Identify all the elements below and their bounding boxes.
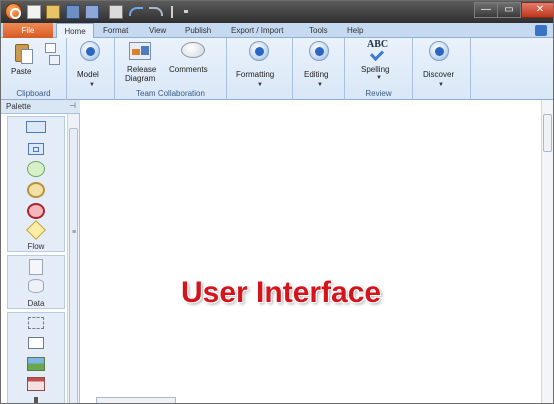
comments-icon[interactable]	[181, 42, 205, 58]
data-section: Data	[7, 255, 65, 309]
spelling-label[interactable]: Spelling	[361, 65, 389, 74]
canvas-vertical-scrollbar[interactable]	[541, 100, 553, 403]
paste-button[interactable]	[15, 42, 35, 66]
data-store-shape-icon[interactable]	[28, 279, 44, 293]
comments-label[interactable]: Comments	[169, 65, 208, 74]
discover-label[interactable]: Discover	[423, 70, 454, 79]
redo-icon[interactable]	[149, 7, 163, 16]
app-window: — ▭ ✕ File Home Format View Publish Expo…	[0, 0, 554, 404]
minimize-button[interactable]: —	[474, 2, 498, 18]
formatting-icon[interactable]	[249, 41, 269, 61]
quick-access-divider	[171, 6, 173, 18]
gateway-shape-icon[interactable]	[26, 220, 46, 240]
editing-label[interactable]: Editing	[304, 70, 328, 79]
cut-icon[interactable]	[45, 43, 56, 53]
quick-access-customize-icon[interactable]	[184, 10, 188, 13]
close-button[interactable]: ✕	[521, 2, 553, 18]
canvas-overlay-caption: User Interface	[181, 276, 382, 309]
tab-view[interactable]: View	[145, 23, 170, 38]
ribbon-tabs: File Home Format View Publish Export / I…	[1, 23, 553, 39]
image-shape-icon[interactable]	[27, 357, 45, 371]
more-shapes-icon[interactable]	[34, 397, 38, 403]
review-group: ABC Spelling ▼ Review	[345, 38, 413, 100]
data-section-label: Data	[27, 299, 45, 308]
annotation-shape-icon[interactable]	[28, 337, 44, 349]
team-collaboration-group: Release Diagram Comments Team Collaborat…	[115, 38, 227, 100]
spelling-dropdown-icon[interactable]: ▼	[376, 75, 382, 81]
formatting-label[interactable]: Formatting	[236, 70, 274, 79]
tab-export-import[interactable]: Export / Import	[227, 23, 287, 38]
discover-icon[interactable]	[429, 41, 449, 61]
print-icon[interactable]	[109, 5, 123, 19]
app-logo-icon[interactable]	[5, 3, 22, 20]
subprocess-inner-icon	[33, 147, 39, 152]
editing-group: Editing ▼	[293, 38, 345, 100]
editing-icon[interactable]	[309, 41, 329, 61]
new-file-icon[interactable]	[27, 5, 41, 19]
title-bar: — ▭ ✕	[1, 1, 553, 23]
palette-panel: Palette ⊣ Flow Data ≡	[1, 100, 80, 403]
copy-icon[interactable]	[49, 55, 60, 65]
scroll-grip-icon: ≡	[72, 229, 77, 236]
editing-dropdown-icon[interactable]: ▼	[317, 82, 323, 88]
pin-icon[interactable]: ⊣	[69, 101, 76, 110]
clipboard-group: Paste Clipboard	[1, 38, 67, 100]
start-event-shape-icon[interactable]	[27, 161, 45, 177]
subprocess-shape-icon[interactable]	[28, 143, 44, 155]
data-object-shape-icon[interactable]	[29, 259, 43, 275]
model-label[interactable]: Model	[77, 70, 99, 79]
palette-scrollbar[interactable]: ≡	[67, 114, 79, 403]
intermediate-event-shape-icon[interactable]	[27, 182, 45, 198]
open-folder-icon[interactable]	[46, 5, 60, 19]
canvas-scroll-thumb[interactable]	[543, 114, 552, 152]
artifacts-section	[7, 312, 65, 403]
tab-format[interactable]: Format	[99, 23, 132, 38]
release-diagram-icon-box	[132, 49, 140, 55]
release-label[interactable]: Release	[127, 65, 156, 74]
page-icon	[21, 49, 33, 64]
end-event-shape-icon[interactable]	[27, 203, 45, 219]
tab-file[interactable]: File	[3, 23, 53, 38]
diagram-canvas[interactable]: User Interface	[81, 100, 541, 403]
diagram-label[interactable]: Diagram	[125, 74, 155, 83]
formatting-group: Formatting ▼	[227, 38, 293, 100]
discover-group: Discover ▼	[413, 38, 471, 100]
model-group: Model ▼	[67, 38, 115, 100]
review-group-label: Review	[365, 89, 392, 98]
flow-section: Flow	[7, 116, 65, 252]
team-collaboration-label: Team Collaboration	[136, 89, 205, 98]
tab-home[interactable]: Home	[56, 23, 94, 39]
undo-icon[interactable]	[129, 7, 143, 16]
ribbon-home: Paste Clipboard Model ▼ Release Diagram …	[1, 38, 553, 100]
canvas-horizontal-scrollbar[interactable]	[96, 397, 176, 403]
palette-title: Palette	[6, 102, 31, 111]
frame-shape-icon[interactable]	[27, 377, 45, 391]
save-all-icon[interactable]	[85, 5, 99, 19]
tab-publish[interactable]: Publish	[181, 23, 215, 38]
model-icon[interactable]	[80, 41, 100, 61]
discover-dropdown-icon[interactable]: ▼	[438, 82, 444, 88]
paste-label: Paste	[11, 67, 32, 76]
tab-help[interactable]: Help	[343, 23, 367, 38]
rectangle-shape-icon[interactable]	[26, 121, 46, 133]
model-dropdown-icon[interactable]: ▼	[89, 82, 95, 88]
formatting-dropdown-icon[interactable]: ▼	[257, 82, 263, 88]
help-icon[interactable]	[535, 25, 547, 36]
clipboard-group-label: Clipboard	[16, 89, 51, 98]
release-diagram-icon-doc	[141, 46, 149, 55]
save-icon[interactable]	[66, 5, 80, 19]
release-diagram-icon[interactable]	[129, 42, 151, 60]
tab-tools[interactable]: Tools	[305, 23, 332, 38]
group-shape-icon[interactable]	[28, 317, 44, 329]
palette-scroll-thumb[interactable]: ≡	[69, 128, 78, 403]
palette-header: Palette ⊣	[1, 100, 80, 114]
maximize-button[interactable]: ▭	[497, 2, 521, 18]
flow-section-label: Flow	[27, 242, 45, 251]
